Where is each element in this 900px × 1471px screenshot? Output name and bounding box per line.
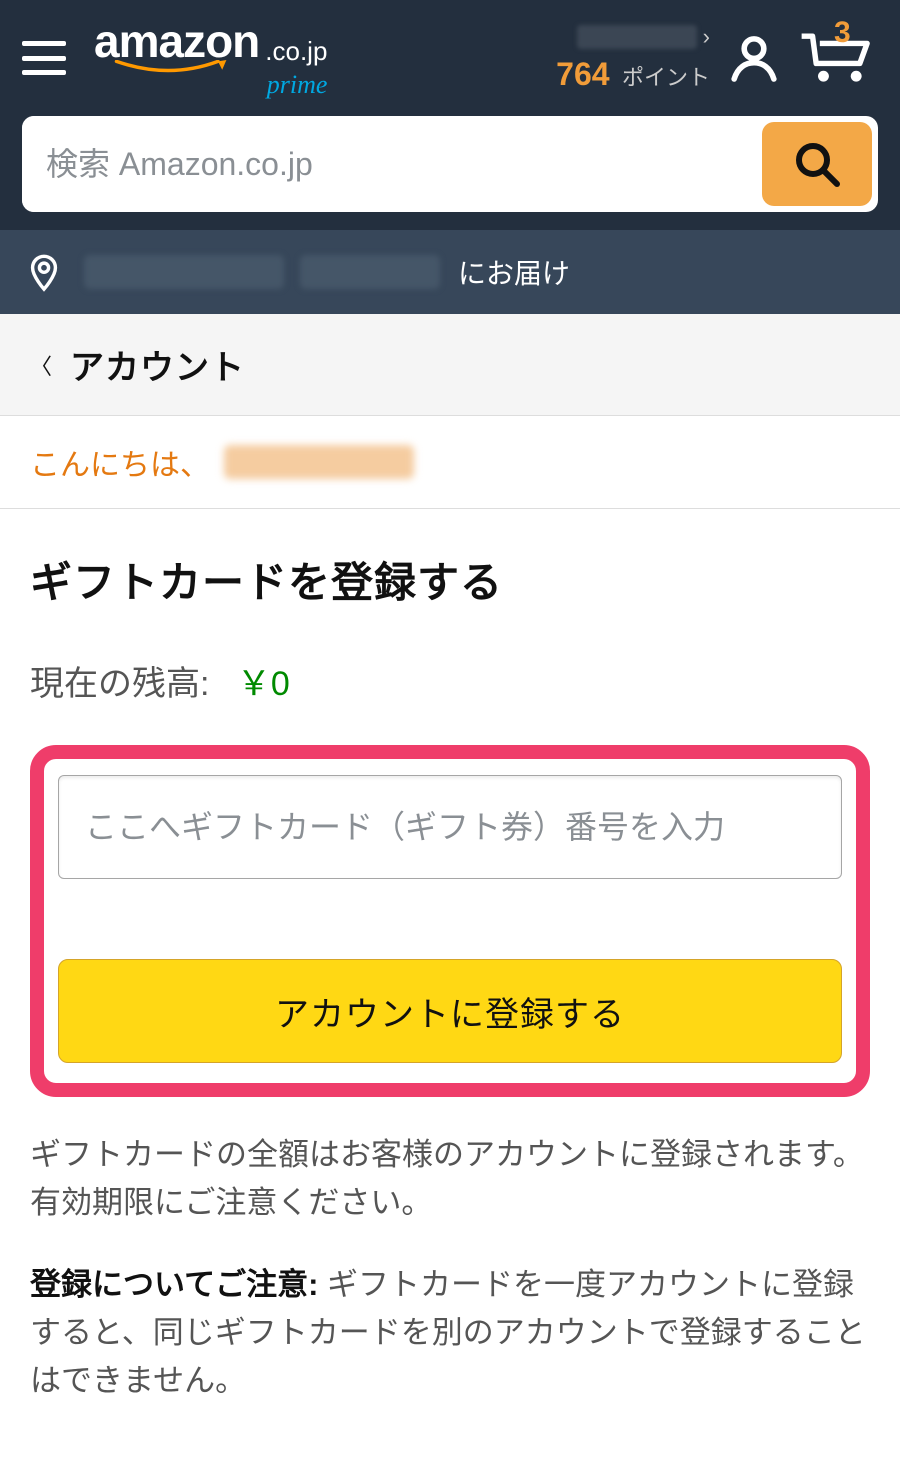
greeting-name-redacted [224, 445, 414, 479]
nav-header: amazon .co.jp prime › 764 ポイント [0, 0, 900, 230]
greeting-bar: こんにちは、 [0, 416, 900, 509]
note-expiry: ギフトカードの全額はお客様のアカウントに登録されます。有効期限にご注意ください。 [30, 1131, 870, 1227]
account-link[interactable]: › 764 ポイント [556, 24, 710, 93]
logo-domain: .co.jp [265, 38, 327, 64]
logo[interactable]: amazon .co.jp prime [94, 18, 327, 98]
greeting-prefix: こんにちは、 [30, 440, 210, 484]
balance-value: ￥0 [237, 665, 290, 703]
balance-row: 現在の残高: ￥0 [30, 656, 870, 705]
search-input[interactable] [22, 116, 756, 212]
account-icon[interactable] [726, 30, 782, 86]
breadcrumb-label: アカウント [70, 340, 245, 389]
chevron-left-icon: 〈 [30, 349, 52, 381]
cart-button[interactable]: 3 [798, 30, 878, 86]
address-suffix: にお届け [458, 252, 570, 292]
note-caution: 登録についてご注意: ギフトカードを一度アカウントに登録すると、同じギフトカード… [30, 1261, 870, 1405]
main-content: ギフトカードを登録する 現在の残高: ￥0 アカウントに登録する ギフトカードの… [0, 509, 900, 1465]
gift-card-code-input[interactable] [58, 775, 842, 879]
cart-count: 3 [834, 16, 851, 50]
points-row: 764 ポイント [556, 56, 710, 93]
logo-text: amazon [94, 18, 259, 64]
delivery-address-bar[interactable]: にお届け [0, 230, 900, 314]
points-label: ポイント [622, 65, 710, 90]
search-button[interactable] [762, 122, 872, 206]
search-bar [22, 116, 878, 212]
page-title: ギフトカードを登録する [30, 549, 870, 610]
note-caution-heading: 登録についてご注意: [30, 1267, 318, 1302]
nav-top-row: amazon .co.jp prime › 764 ポイント [22, 18, 878, 98]
breadcrumb-back[interactable]: 〈 アカウント [0, 314, 900, 416]
address-redacted-2 [300, 255, 440, 289]
user-name-redacted [577, 25, 697, 49]
logo-subbrand: prime [267, 72, 328, 98]
search-icon [793, 140, 841, 188]
location-pin-icon [26, 252, 62, 292]
amazon-smile-icon [94, 60, 244, 74]
annotation-highlight: アカウントに登録する [30, 745, 870, 1097]
address-redacted-1 [84, 255, 284, 289]
balance-label: 現在の残高: [30, 665, 209, 703]
menu-button[interactable] [22, 41, 66, 75]
register-gift-card-button[interactable]: アカウントに登録する [58, 959, 842, 1063]
chevron-right-icon: › [703, 24, 710, 50]
points-value: 764 [556, 56, 609, 92]
